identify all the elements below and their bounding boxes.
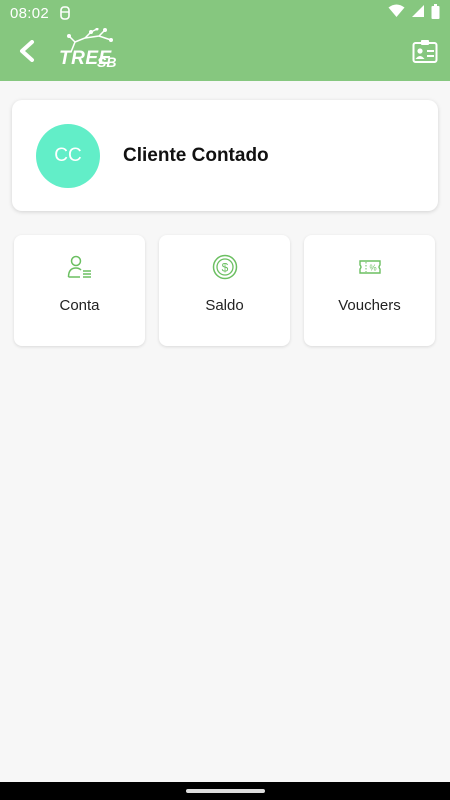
tile-saldo[interactable]: $ Saldo [159, 235, 290, 346]
system-nav-bar [0, 782, 450, 800]
tile-label-vouchers: Vouchers [338, 297, 401, 314]
home-gesture-handle[interactable] [186, 789, 265, 793]
menu-tiles: Conta $ Saldo % Vouchers [14, 235, 436, 346]
status-bar: 08:02 [0, 0, 450, 26]
battery-icon [431, 3, 440, 23]
back-button[interactable] [12, 38, 42, 68]
tile-vouchers[interactable]: % Vouchers [304, 235, 435, 346]
tile-label-saldo: Saldo [205, 297, 244, 314]
notification-icon [59, 6, 71, 20]
logo-subtext: SB [97, 54, 117, 70]
coin-dollar-icon: $ [212, 253, 238, 281]
svg-text:$: $ [221, 261, 228, 275]
status-icons [388, 3, 440, 23]
user-list-icon [67, 253, 93, 281]
wifi-icon [388, 4, 405, 22]
voucher-icon: % [358, 253, 382, 281]
profile-card: CC Cliente Contado [12, 100, 438, 211]
contact-card-button[interactable] [410, 39, 440, 69]
contact-card-icon [412, 39, 438, 70]
signal-icon [411, 4, 425, 22]
tile-conta[interactable]: Conta [14, 235, 145, 346]
client-name: Cliente Contado [123, 144, 269, 166]
tile-label-conta: Conta [59, 297, 100, 314]
app-bar: TREE SB [0, 26, 450, 81]
status-time: 08:02 [10, 4, 50, 22]
back-arrow-icon [18, 39, 36, 67]
svg-text:%: % [369, 264, 376, 273]
app-logo: TREE SB [55, 28, 121, 78]
avatar: CC [36, 123, 100, 188]
